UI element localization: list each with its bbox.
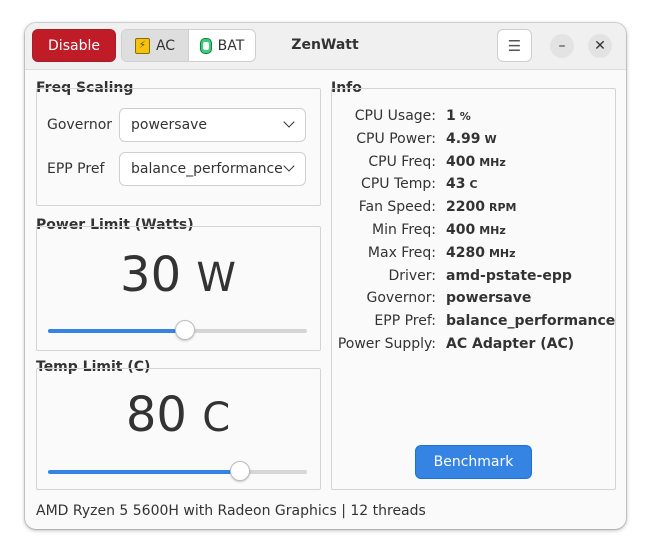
info-row-key: CPU Temp: xyxy=(361,176,436,192)
temp-limit-slider[interactable] xyxy=(48,461,307,481)
hamburger-menu-icon: ☰ xyxy=(507,36,522,55)
info-value-text: balance_performance xyxy=(446,313,616,329)
info-value-text: 1 xyxy=(446,108,456,124)
info-row-key: CPU Freq: xyxy=(368,154,436,170)
info-unit-text: % xyxy=(459,110,471,123)
header-bar: Disable ⚡ AC BAT ZenWatt ☰ – ✕ xyxy=(25,23,626,70)
governor-dropdown[interactable]: powersave xyxy=(119,108,306,142)
power-limit-readout: 30 W xyxy=(38,247,318,303)
info-row-key: CPU Usage: xyxy=(354,108,436,124)
bat-toggle-button[interactable]: BAT xyxy=(189,30,255,61)
bat-label: BAT xyxy=(217,37,245,54)
status-bar: AMD Ryzen 5 5600H with Radeon Graphics |… xyxy=(36,503,426,519)
temp-limit-readout: 80 C xyxy=(38,387,318,443)
info-row-value: 400 MHz xyxy=(446,222,506,238)
info-row-value: 2200 RPM xyxy=(446,199,516,215)
menu-button[interactable]: ☰ xyxy=(497,29,532,62)
minimize-icon: – xyxy=(558,38,566,54)
chevron-down-icon xyxy=(283,116,295,128)
governor-selected-value: powersave xyxy=(131,117,208,133)
info-row-value: balance_performance xyxy=(446,313,615,329)
info-row-value: 43 C xyxy=(446,176,478,192)
info-row-value: amd-pstate-epp xyxy=(446,268,572,284)
info-row-key: EPP Pref: xyxy=(374,313,436,329)
info-unit-text: RPM xyxy=(488,201,517,214)
chevron-down-icon xyxy=(283,160,295,172)
info-row-value: powersave xyxy=(446,290,531,306)
epp-pref-dropdown[interactable]: balance_performance xyxy=(119,152,306,186)
info-value-text: 400 xyxy=(446,222,476,238)
disable-button[interactable]: Disable xyxy=(32,29,116,62)
info-unit-text: MHz xyxy=(479,156,506,169)
governor-label: Governor xyxy=(47,117,113,133)
info-row-value: 400 MHz xyxy=(446,154,506,170)
freq-scaling-frame xyxy=(36,88,321,206)
info-row-key: Power Supply: xyxy=(337,336,436,352)
benchmark-button[interactable]: Benchmark xyxy=(415,445,532,479)
power-limit-slider[interactable] xyxy=(48,320,307,340)
info-value-text: 43 xyxy=(446,176,466,192)
power-source-toggle: ⚡ AC BAT xyxy=(121,29,256,62)
info-value-text: 400 xyxy=(446,154,476,170)
battery-icon xyxy=(199,37,212,54)
power-limit-value: 30 xyxy=(120,247,182,303)
info-unit-text: MHz xyxy=(488,247,516,260)
info-unit-text: C xyxy=(469,178,478,191)
temp-limit-slider-handle[interactable] xyxy=(229,461,250,481)
epp-pref-selected-value: balance_performance xyxy=(131,161,283,177)
app-title: ZenWatt xyxy=(291,37,359,53)
app-window: Disable ⚡ AC BAT ZenWatt ☰ – ✕ Freq Scal… xyxy=(25,23,626,529)
ac-power-icon: ⚡ xyxy=(134,37,150,54)
info-unit-text: MHz xyxy=(479,224,506,237)
info-unit-text: W xyxy=(484,133,497,146)
info-value-text: amd-pstate-epp xyxy=(446,268,572,284)
info-value-text: AC Adapter (AC) xyxy=(446,336,575,352)
info-row-key: Governor: xyxy=(366,290,437,306)
info-row-key: CPU Power: xyxy=(356,131,436,147)
info-row-key: Driver: xyxy=(388,268,436,284)
epp-pref-label: EPP Pref xyxy=(47,161,105,177)
info-value-text: 4.99 xyxy=(446,131,481,147)
info-value-text: powersave xyxy=(446,290,532,306)
info-value-text: 2200 xyxy=(446,199,485,215)
temp-limit-value: 80 xyxy=(125,387,187,443)
info-row-key: Max Freq: xyxy=(367,245,436,261)
power-limit-unit: W xyxy=(196,255,236,301)
info-frame xyxy=(331,88,616,490)
info-row-key: Min Freq: xyxy=(372,222,436,238)
info-row-value: 4280 MHz xyxy=(446,245,516,261)
ac-label: AC xyxy=(155,37,176,54)
minimize-button[interactable]: – xyxy=(550,34,574,58)
power-limit-slider-fill xyxy=(48,329,186,333)
info-row-key: Fan Speed: xyxy=(358,199,436,215)
ac-toggle-button[interactable]: ⚡ AC xyxy=(122,30,189,61)
close-icon: ✕ xyxy=(594,38,606,54)
info-row-value: 4.99 W xyxy=(446,131,497,147)
info-row-value: 1% xyxy=(446,108,471,124)
close-button[interactable]: ✕ xyxy=(588,34,612,58)
temp-limit-slider-fill xyxy=(48,470,240,474)
temp-limit-unit: C xyxy=(202,395,231,441)
info-row-value: AC Adapter (AC) xyxy=(446,336,574,352)
info-value-text: 4280 xyxy=(446,245,485,261)
